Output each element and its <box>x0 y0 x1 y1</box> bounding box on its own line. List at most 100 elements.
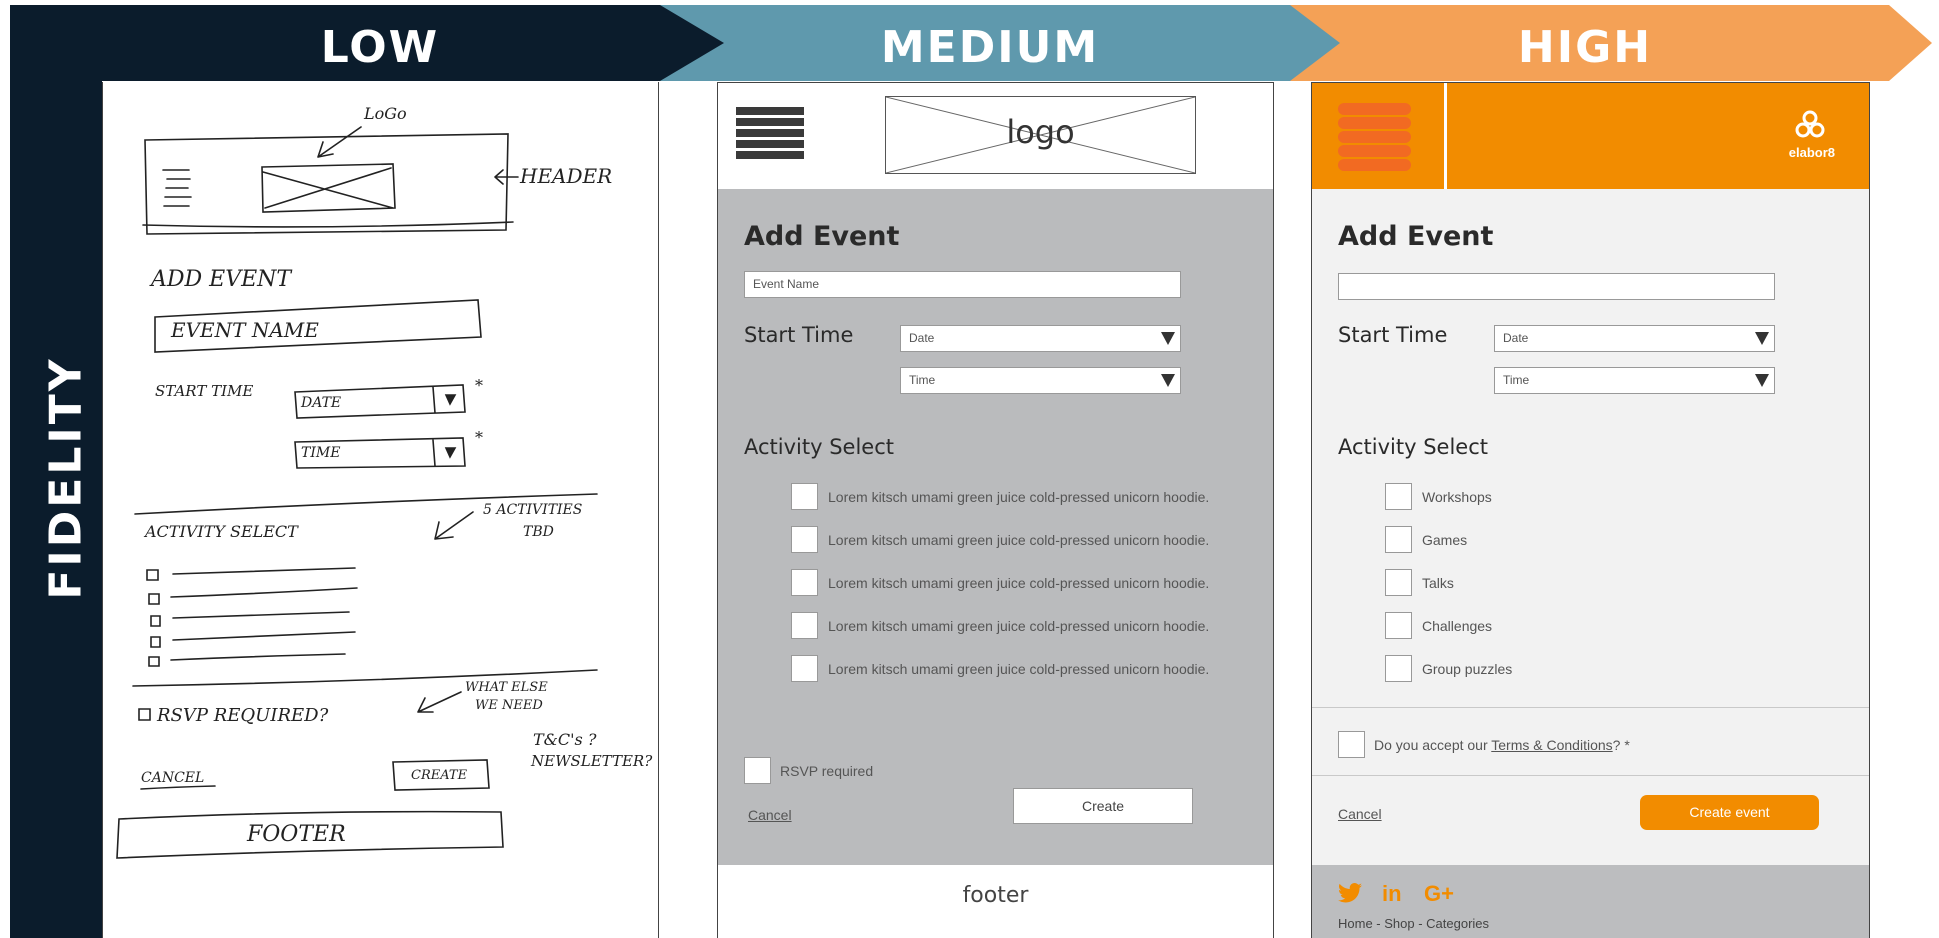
medium-activity-label-2: Lorem kitsch umami green juice cold-pres… <box>828 532 1210 548</box>
high-time-select-value: Time <box>1503 373 1530 387</box>
medium-logo-text: logo <box>1006 113 1075 151</box>
high-activity-label-workshops: Workshops <box>1422 489 1492 505</box>
linkedin-icon[interactable]: in <box>1382 881 1402 907</box>
high-activity-select-label: Activity Select <box>1338 435 1488 459</box>
high-activity-checkbox-games[interactable] <box>1385 526 1412 553</box>
high-divider-1 <box>1312 707 1869 708</box>
twitter-icon[interactable] <box>1338 883 1362 903</box>
medium-footer-text: footer <box>962 883 1029 908</box>
medium-start-time-label: Start Time <box>744 323 854 347</box>
sketch-title: ADD EVENT <box>151 267 292 292</box>
high-start-time-label: Start Time <box>1338 323 1448 347</box>
medium-activity-checkbox-3[interactable] <box>791 569 818 596</box>
low-fidelity-sketch: LoGo HEADER ADD EVENT EVENT NAME START T… <box>102 82 659 938</box>
high-create-event-button[interactable]: Create event <box>1640 795 1819 830</box>
medium-event-name-input[interactable]: Event Name <box>744 271 1181 298</box>
fidelity-axis-bar: FIDELITY <box>10 6 102 938</box>
sketch-footer: FOOTER <box>247 822 346 847</box>
high-date-select[interactable]: Date <box>1494 325 1775 352</box>
medium-create-button[interactable]: Create <box>1013 788 1193 824</box>
high-activity-checkbox-challenges[interactable] <box>1385 612 1412 639</box>
medium-activity-label-5: Lorem kitsch umami green juice cold-pres… <box>828 661 1210 677</box>
high-menu-icon[interactable] <box>1312 83 1442 189</box>
sketch-tcs: T&C's ? <box>533 730 597 749</box>
medium-activity-checkbox-2[interactable] <box>791 526 818 553</box>
fidelity-banner: LOW MEDIUM HIGH <box>0 0 1939 82</box>
sketch-rsvp-checkbox <box>138 708 151 721</box>
high-date-select-value: Date <box>1503 331 1529 345</box>
medium-page-title: Add Event <box>744 221 900 252</box>
sketch-newsletter: NEWSLETTER? <box>531 752 653 770</box>
sketch-cancel: CANCEL <box>141 770 205 786</box>
high-footer: in G+ Home - Shop - Categories <box>1312 865 1869 938</box>
sketch-time-asterisk: * <box>475 428 483 447</box>
high-terms-suffix: ? * <box>1612 737 1630 753</box>
medium-rsvp-label: RSVP required <box>780 763 874 779</box>
high-time-select[interactable]: Time <box>1494 367 1775 394</box>
high-terms-prefix: Do you accept our <box>1374 737 1492 753</box>
sketch-activity-arrow <box>434 511 474 540</box>
high-terms-link[interactable]: Terms & Conditions <box>1491 737 1612 753</box>
sketch-event-name: EVENT NAME <box>171 318 319 342</box>
chevron-down-icon <box>1161 332 1175 345</box>
medium-time-select-value: Time <box>909 373 936 387</box>
medium-rsvp-checkbox[interactable] <box>744 757 771 784</box>
medium-cancel-link[interactable]: Cancel <box>748 807 792 823</box>
chevron-down-icon <box>1755 332 1769 345</box>
sketch-rsvp: RSVP REQUIRED? <box>157 705 329 726</box>
high-activity-checkbox-group-puzzles[interactable] <box>1385 655 1412 682</box>
banner-label-low: LOW <box>320 22 440 73</box>
sketch-what-else-arrow <box>417 691 462 713</box>
medium-activity-checkbox-5[interactable] <box>791 655 818 682</box>
high-footer-links[interactable]: Home - Shop - Categories <box>1338 916 1489 931</box>
high-event-name-input[interactable] <box>1338 273 1775 300</box>
sketch-start-time: START TIME <box>155 382 254 400</box>
medium-activity-label-3: Lorem kitsch umami green juice cold-pres… <box>828 575 1210 591</box>
chevron-down-icon <box>1161 374 1175 387</box>
sketch-what-else-2: WE NEED <box>475 698 543 713</box>
sketch-header-box <box>144 133 509 235</box>
sketch-menu-icon <box>162 169 192 207</box>
sketch-date-asterisk: * <box>475 376 483 395</box>
fidelity-axis-label: FIDELITY <box>40 356 92 600</box>
high-activity-checkbox-workshops[interactable] <box>1385 483 1412 510</box>
high-activity-label-games: Games <box>1422 532 1468 548</box>
medium-activity-checkbox-4[interactable] <box>791 612 818 639</box>
medium-menu-icon[interactable] <box>718 83 818 189</box>
high-fidelity-mockup: elabor8 Add Event Start Time Date Time A… <box>1311 82 1870 938</box>
high-activity-label-talks: Talks <box>1422 575 1454 591</box>
sketch-logo-box <box>261 163 396 213</box>
sketch-header-underline <box>142 221 514 228</box>
sketch-cancel-underline <box>140 785 216 790</box>
sketch-time: TIME <box>301 445 341 461</box>
sketch-activity-select: ACTIVITY SELECT <box>145 522 298 541</box>
medium-logo-placeholder: logo <box>885 96 1196 174</box>
google-plus-icon[interactable]: G+ <box>1424 881 1454 907</box>
sketch-checkbox-list <box>146 567 358 667</box>
medium-activity-label-4: Lorem kitsch umami green juice cold-pres… <box>828 618 1210 634</box>
chevron-down-icon <box>1755 374 1769 387</box>
high-terms-label: Do you accept our Terms & Conditions? * <box>1374 737 1630 753</box>
sketch-what-else-1: WHAT ELSE <box>465 680 548 695</box>
high-activity-label-group-puzzles: Group puzzles <box>1422 661 1513 677</box>
high-header-divider <box>1444 83 1447 189</box>
high-activity-checkbox-talks[interactable] <box>1385 569 1412 596</box>
sketch-activities-note-2: TBD <box>523 524 554 540</box>
banner-label-high: HIGH <box>1517 22 1653 73</box>
high-header: elabor8 <box>1312 83 1869 189</box>
sketch-create: CREATE <box>411 768 468 783</box>
high-activity-label-challenges: Challenges <box>1422 618 1493 634</box>
medium-fidelity-wireframe: logo Add Event Event Name Start Time Dat… <box>717 82 1274 938</box>
high-terms-checkbox[interactable] <box>1338 731 1365 758</box>
brand-logo-text: elabor8 <box>1788 145 1835 160</box>
sketch-date: DATE <box>301 395 342 411</box>
high-cancel-link[interactable]: Cancel <box>1338 806 1382 822</box>
medium-date-select[interactable]: Date <box>900 325 1181 352</box>
brand-logo-icon <box>1795 110 1825 138</box>
sketch-logo-arrow <box>317 126 362 158</box>
sketch-time-caret <box>444 447 457 459</box>
sketch-logo-note: LoGo <box>364 104 407 123</box>
medium-activity-checkbox-1[interactable] <box>791 483 818 510</box>
medium-time-select[interactable]: Time <box>900 367 1181 394</box>
sketch-date-caret <box>444 394 457 406</box>
